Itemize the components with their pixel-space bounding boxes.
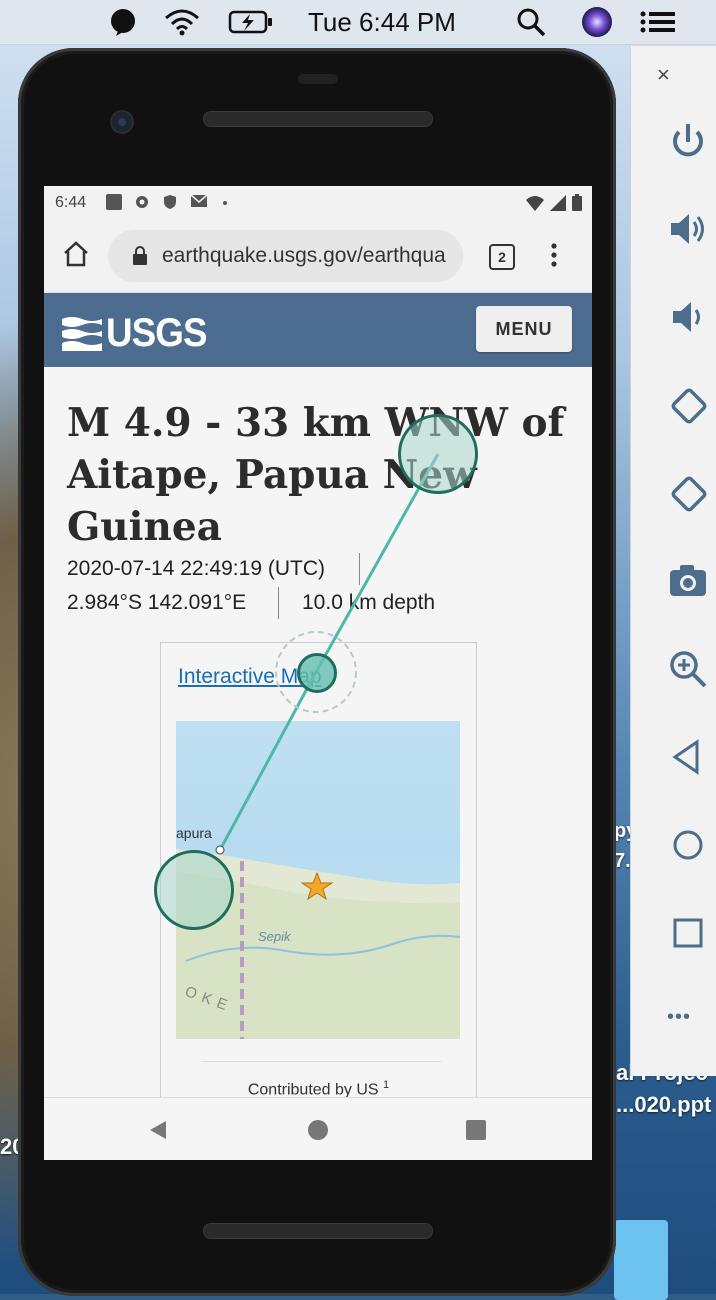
touch-indicator <box>398 414 478 494</box>
map-label: Sepik <box>258 929 291 944</box>
spotlight-search-icon[interactable] <box>516 0 546 44</box>
desktop-file-label[interactable]: ...020.ppt <box>616 1092 711 1118</box>
browser-home-icon[interactable] <box>62 240 90 268</box>
home-icon[interactable] <box>667 824 709 866</box>
event-page-content: M 4.9 - 33 km WNW of Aitape, Papua New G… <box>44 367 592 1114</box>
site-header: USGS MENU <box>44 293 592 367</box>
signal-icon <box>550 195 566 216</box>
emulator-control-panel: × ••• <box>630 46 716 1076</box>
settings-icon <box>134 194 150 215</box>
menubar-clock[interactable]: Tue 6:44 PM <box>308 0 456 44</box>
phone-sensor <box>298 74 338 84</box>
site-menu-button[interactable]: MENU <box>476 306 572 352</box>
map-caption-text: Contributed by US <box>247 1081 379 1099</box>
browser-toolbar: earthquake.usgs.gov/earthqua 2 <box>44 220 592 293</box>
desktop-folder-icon[interactable] <box>614 1220 668 1300</box>
shield-icon <box>162 194 178 215</box>
address-bar[interactable]: earthquake.usgs.gov/earthqua <box>108 230 463 282</box>
event-location: 2.984°S 142.091°E <box>67 591 247 614</box>
control-center-icon[interactable] <box>640 0 676 44</box>
lock-icon <box>132 246 150 266</box>
event-title: M 4.9 - 33 km WNW of Aitape, Papua New G… <box>67 400 565 550</box>
divider <box>359 553 360 585</box>
usgs-logo[interactable]: USGS <box>62 311 215 356</box>
browser-menu-icon[interactable] <box>550 242 558 268</box>
siri-icon[interactable] <box>581 0 613 44</box>
bottom-speaker <box>203 1223 433 1239</box>
zoom-icon[interactable] <box>667 648 709 690</box>
desktop-file-label[interactable]: 7. <box>614 850 631 873</box>
map-label: apura <box>176 825 212 841</box>
gmail-icon <box>190 194 208 215</box>
usgs-logo-text: USGS <box>106 311 208 355</box>
overview-icon[interactable] <box>667 912 709 954</box>
nav-back-icon[interactable] <box>148 1120 168 1145</box>
tab-switcher-button[interactable]: 2 <box>489 244 515 270</box>
rotate-left-icon[interactable] <box>667 384 709 426</box>
mac-menu-bar: Tue 6:44 PM <box>0 0 716 45</box>
android-navigation-bar <box>44 1097 592 1160</box>
alexa-icon[interactable] <box>108 0 138 44</box>
nav-recents-icon[interactable] <box>466 1120 486 1140</box>
back-icon[interactable] <box>667 736 709 778</box>
divider <box>278 587 279 619</box>
battery-icon <box>572 194 582 216</box>
camera-icon[interactable] <box>667 560 709 602</box>
url-text: earthquake.usgs.gov/earthqua <box>162 244 446 267</box>
wifi-icon <box>526 195 544 216</box>
image-icon <box>106 194 122 210</box>
power-icon[interactable] <box>667 120 709 162</box>
battery-charging-icon[interactable] <box>228 0 274 44</box>
nav-home-icon[interactable] <box>308 1120 328 1140</box>
volume-down-icon[interactable] <box>667 296 709 338</box>
rotate-right-icon[interactable] <box>667 472 709 514</box>
touch-indicator <box>297 653 337 693</box>
status-time: 6:44 <box>55 194 87 211</box>
touch-indicator <box>154 850 234 930</box>
top-speaker <box>203 111 433 127</box>
emulator-close-button[interactable]: × <box>657 62 670 88</box>
event-depth: 10.0 km depth <box>302 591 436 614</box>
map-caption-sup: 1 <box>383 1079 390 1091</box>
volume-up-icon[interactable] <box>667 208 709 250</box>
event-time: 2020-07-14 22:49:19 (UTC) <box>67 557 325 580</box>
divider <box>201 1061 441 1062</box>
usgs-wave-icon <box>62 316 102 351</box>
dot-icon <box>220 194 230 215</box>
android-status-bar: 6:44 <box>44 186 592 220</box>
more-options-button[interactable]: ••• <box>667 1006 709 1048</box>
wifi-icon[interactable] <box>164 0 200 44</box>
front-camera <box>110 110 134 134</box>
